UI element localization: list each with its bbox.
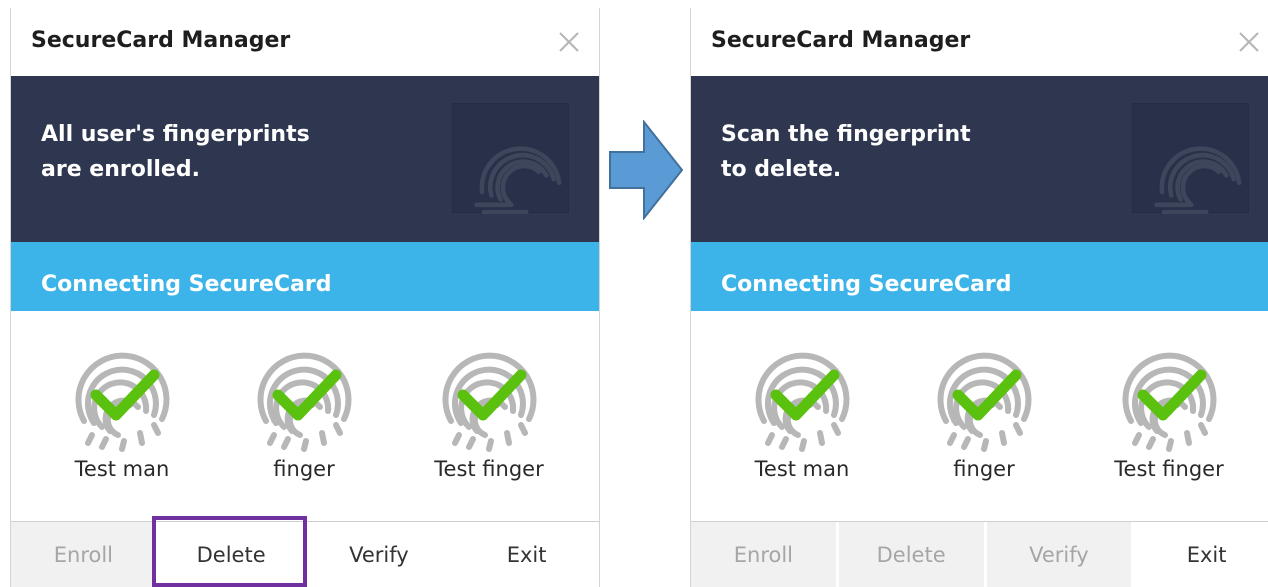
enroll-button[interactable]: Enroll bbox=[691, 522, 839, 587]
fingerprint-icon bbox=[452, 103, 569, 213]
banner-message: Scan the fingerprint to delete. bbox=[721, 117, 1081, 187]
fingerprint-icon bbox=[924, 335, 1044, 455]
arrow-right-icon bbox=[609, 120, 684, 220]
user-item[interactable]: Test finger bbox=[404, 335, 574, 505]
fingerprint-icon bbox=[244, 335, 364, 455]
fingerprint-icon bbox=[1132, 103, 1249, 213]
window-title: SecureCard Manager bbox=[711, 28, 971, 53]
verify-button[interactable]: Verify bbox=[306, 522, 455, 587]
user-name: Test man bbox=[74, 457, 170, 481]
fingerprint-icon bbox=[62, 335, 182, 455]
status-text: Connecting SecureCard bbox=[721, 272, 1012, 297]
status-bar: Connecting SecureCard bbox=[11, 242, 599, 311]
user-item[interactable]: Test man bbox=[37, 335, 207, 505]
close-icon[interactable] bbox=[557, 30, 581, 54]
verify-button[interactable]: Verify bbox=[986, 522, 1135, 587]
action-buttons: Enroll Delete Verify Exit bbox=[11, 521, 599, 587]
status-text: Connecting SecureCard bbox=[41, 272, 332, 297]
user-list: Test man finger Test finger bbox=[11, 311, 599, 514]
fingerprint-icon bbox=[742, 335, 862, 455]
banner-message-line2: are enrolled. bbox=[41, 157, 200, 182]
user-name: Test finger bbox=[1114, 457, 1224, 481]
user-name: finger bbox=[273, 457, 335, 481]
title-bar: SecureCard Manager bbox=[11, 8, 599, 76]
banner-message-line2: to delete. bbox=[721, 157, 842, 182]
user-list: Test man finger Test finger bbox=[691, 311, 1268, 514]
enroll-button[interactable]: Enroll bbox=[11, 522, 159, 587]
securecard-window-before: SecureCard Manager All user's fingerprin… bbox=[10, 8, 600, 587]
user-name: Test man bbox=[754, 457, 850, 481]
close-icon[interactable] bbox=[1237, 30, 1261, 54]
securecard-window-after: SecureCard Manager Scan the fingerprint … bbox=[690, 8, 1268, 587]
status-bar: Connecting SecureCard bbox=[691, 242, 1268, 311]
banner-message-line1: All user's fingerprints bbox=[41, 122, 310, 147]
message-banner: All user's fingerprints are enrolled. bbox=[11, 76, 599, 242]
delete-button[interactable]: Delete bbox=[838, 522, 987, 587]
exit-button[interactable]: Exit bbox=[1134, 522, 1268, 587]
exit-button[interactable]: Exit bbox=[454, 522, 599, 587]
user-item[interactable]: finger bbox=[899, 335, 1069, 505]
fingerprint-icon bbox=[1109, 335, 1229, 455]
action-buttons: Enroll Delete Verify Exit bbox=[691, 521, 1268, 587]
user-name: finger bbox=[953, 457, 1015, 481]
message-banner: Scan the fingerprint to delete. bbox=[691, 76, 1268, 242]
window-title: SecureCard Manager bbox=[31, 28, 291, 53]
banner-message: All user's fingerprints are enrolled. bbox=[41, 117, 401, 187]
delete-button[interactable]: Delete bbox=[158, 522, 307, 587]
banner-message-line1: Scan the fingerprint bbox=[721, 122, 971, 147]
user-item[interactable]: Test finger bbox=[1084, 335, 1254, 505]
user-item[interactable]: finger bbox=[219, 335, 389, 505]
user-item[interactable]: Test man bbox=[717, 335, 887, 505]
fingerprint-icon bbox=[429, 335, 549, 455]
user-name: Test finger bbox=[434, 457, 544, 481]
title-bar: SecureCard Manager bbox=[691, 8, 1268, 76]
